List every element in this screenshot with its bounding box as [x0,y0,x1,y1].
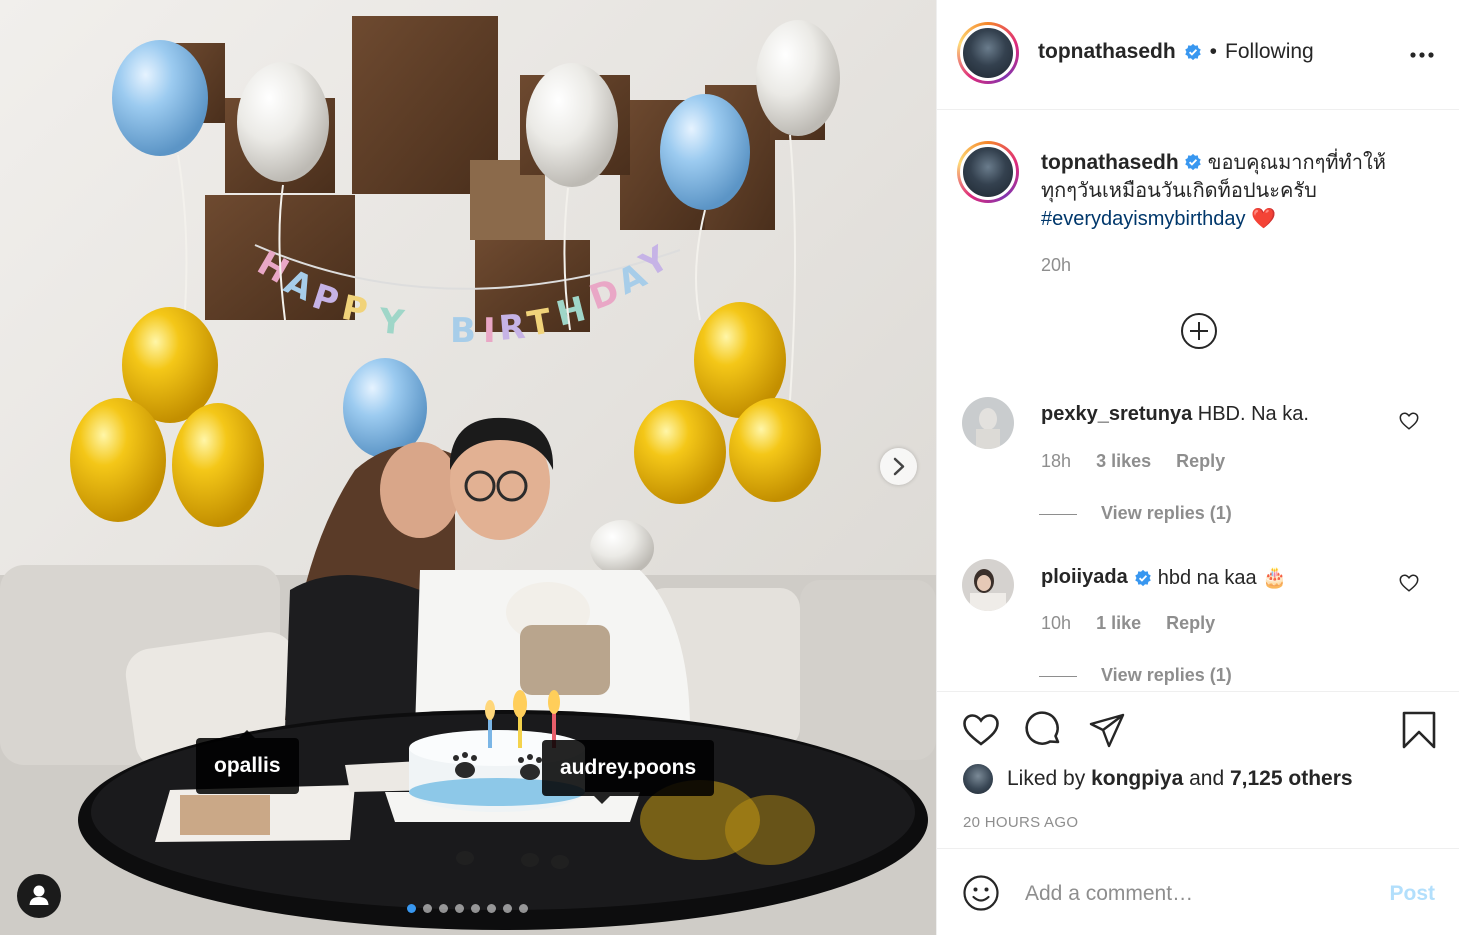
save-bookmark-icon[interactable] [1399,710,1439,750]
liker-avatar[interactable] [963,764,993,794]
commenter-username[interactable]: ploiiyada [1041,566,1128,589]
carousel-dot [455,904,464,913]
following-button[interactable]: Following [1225,40,1314,64]
post-actions: Liked by kongpiya and 7,125 others 20 HO… [937,691,1459,849]
add-comment-bar: Post [937,850,1459,935]
emoji-smiley-icon[interactable] [962,874,1000,912]
load-more-comments-icon[interactable] [1180,312,1218,350]
caption-hashtag-link[interactable]: #everydayismybirthday [1041,208,1246,230]
user-tag-opallis[interactable]: opallis [196,730,299,794]
carousel-dot [471,904,480,913]
author-username[interactable]: topnathasedh [1038,40,1176,64]
svg-text:Y: Y [376,301,406,343]
like-comment-heart-icon[interactable] [1398,410,1420,432]
separator-dot: • [1209,40,1218,63]
heart-emoji: ❤️ [1251,208,1276,230]
carousel-dot [487,904,496,913]
comment-likes-count[interactable]: 1 like [1096,613,1141,633]
author-avatar[interactable] [957,22,1019,84]
liked-by-prefix: Liked by [1007,767,1086,790]
svg-text:B: B [450,311,476,351]
svg-text:I: I [483,311,496,351]
caption-timestamp[interactable]: 20h [1041,251,1421,279]
commenter-username[interactable]: pexky_sretunya [1041,403,1192,425]
comment-meta: 18h 3 likes Reply [1041,451,1245,472]
reply-button[interactable]: Reply [1176,451,1225,471]
caption-author-avatar[interactable] [957,141,1019,203]
commenter-avatar[interactable] [962,559,1014,611]
carousel-dot [439,904,448,913]
instagram-post-view: H A P P Y B I R T H D A Y opallis audrey… [0,0,1459,935]
verified-badge-icon [1134,569,1151,586]
carousel-dot [503,904,512,913]
birthday-photo-scene: H A P P Y B I R T H D A Y [0,0,936,935]
liked-by-username[interactable]: kongpiya [1091,767,1183,791]
post-header: topnathasedh • Following [937,0,1459,110]
post-comment-button[interactable]: Post [1389,882,1435,906]
carousel-dot [423,904,432,913]
comment-likes-count[interactable]: 3 likes [1096,451,1151,471]
verified-badge-icon [1185,153,1201,171]
caption-username[interactable]: topnathasedh [1041,151,1179,174]
share-paper-plane-icon[interactable] [1087,710,1127,750]
svg-text:R: R [497,307,527,349]
like-heart-icon[interactable] [961,710,1001,750]
comment-meta: 10h 1 like Reply [1041,613,1235,634]
like-comment-heart-icon[interactable] [1398,572,1420,594]
comment-timestamp[interactable]: 18h [1041,451,1071,471]
carousel-dot [407,904,416,913]
post-caption: topnathasedh ขอบคุณมากๆที่ทำให้ทุกๆวันเห… [1041,149,1421,279]
carousel-next-button[interactable] [880,448,917,485]
comment-input[interactable] [1025,874,1365,914]
liked-by-and: and [1189,767,1225,790]
post-timestamp[interactable]: 20 HOURS AGO [963,814,1078,831]
post-photo[interactable]: H A P P Y B I R T H D A Y opallis audrey… [0,0,936,935]
likes-summary[interactable]: Liked by kongpiya and 7,125 others [963,764,1353,794]
tagged-users-button[interactable] [17,874,61,918]
carousel-indicator [407,904,528,913]
user-tag-audrey-poons[interactable]: audrey.poons [542,740,715,804]
comment-text: hbd na kaa 🎂 [1157,567,1288,589]
comment-text: HBD. Na ka. [1197,403,1309,425]
likes-others-count[interactable]: 7,125 others [1230,767,1353,791]
carousel-dot [519,904,528,913]
comments-scroll-area[interactable]: topnathasedh ขอบคุณมากๆที่ทำให้ทุกๆวันเห… [937,111,1459,691]
chevron-right-icon [893,457,905,476]
more-options-icon[interactable] [1409,42,1435,68]
reply-button[interactable]: Reply [1166,613,1215,633]
comment-timestamp[interactable]: 10h [1041,613,1071,633]
commenter-avatar[interactable] [962,397,1014,449]
person-icon [29,885,49,905]
verified-badge-icon [1184,43,1201,61]
view-replies-button[interactable]: View replies (1) [1039,503,1232,524]
view-replies-button[interactable]: View replies (1) [1039,665,1232,686]
comment-bubble-icon[interactable] [1024,710,1064,750]
post-side-panel: topnathasedh • Following topnathasedh ขอ… [936,0,1459,935]
